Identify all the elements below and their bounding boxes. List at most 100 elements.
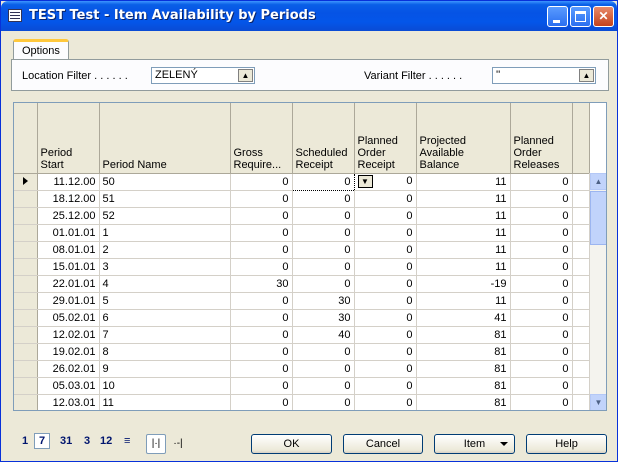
table-cell[interactable]: 11 bbox=[416, 207, 511, 225]
lookup-arrow-icon[interactable]: ▲ bbox=[238, 69, 253, 82]
table-cell[interactable]: 0 bbox=[230, 241, 293, 259]
table-cell[interactable]: ▼ 0 bbox=[354, 173, 417, 191]
table-cell[interactable]: 51 bbox=[99, 190, 231, 208]
table-cell[interactable]: 0 bbox=[354, 292, 417, 310]
table-cell[interactable]: 0 bbox=[510, 326, 573, 344]
column-header[interactable]: Gross Require... bbox=[230, 103, 293, 174]
table-row[interactable]: 11.12.00 50 0 0 ▼ 0 11 0 bbox=[14, 172, 590, 191]
table-cell[interactable]: 0 bbox=[291, 172, 355, 191]
table-row[interactable]: 12.02.01 7 0 40 0 81 0 bbox=[14, 326, 590, 344]
column-header[interactable]: Period Name bbox=[99, 103, 231, 174]
table-cell[interactable]: 12.03.01 bbox=[37, 394, 100, 410]
table-cell[interactable]: 81 bbox=[416, 360, 511, 378]
table-cell[interactable]: 0 bbox=[292, 224, 355, 242]
row-selector[interactable] bbox=[14, 309, 38, 327]
table-cell[interactable]: 0 bbox=[230, 394, 293, 410]
table-cell[interactable]: 0 bbox=[354, 224, 417, 242]
row-selector[interactable] bbox=[14, 292, 38, 310]
row-selector[interactable] bbox=[14, 241, 38, 259]
help-button[interactable]: Help bbox=[526, 434, 607, 454]
period-accounting-button[interactable]: ≡ bbox=[124, 435, 130, 447]
table-cell[interactable]: 8 bbox=[99, 343, 231, 361]
table-cell[interactable]: 25.12.00 bbox=[37, 207, 100, 225]
row-selector[interactable] bbox=[14, 326, 38, 344]
table-cell[interactable]: 81 bbox=[416, 343, 511, 361]
table-cell[interactable]: 0 bbox=[510, 292, 573, 310]
table-cell[interactable]: 0 bbox=[510, 377, 573, 395]
table-cell[interactable]: 81 bbox=[416, 326, 511, 344]
table-cell[interactable]: 11 bbox=[416, 173, 511, 191]
period-day-button[interactable]: 1 bbox=[22, 435, 28, 447]
table-cell[interactable]: 10 bbox=[99, 377, 231, 395]
table-cell[interactable]: 41 bbox=[416, 309, 511, 327]
table-cell[interactable]: 0 bbox=[230, 377, 293, 395]
table-cell[interactable]: 81 bbox=[416, 394, 511, 410]
table-cell[interactable]: 5 bbox=[99, 292, 231, 310]
table-cell[interactable]: 0 bbox=[230, 190, 293, 208]
table-row[interactable]: 05.03.01 10 0 0 0 81 0 bbox=[14, 377, 590, 395]
table-cell[interactable]: 50 bbox=[99, 173, 231, 191]
table-cell[interactable]: 29.01.01 bbox=[37, 292, 100, 310]
table-cell[interactable]: 11.12.00 bbox=[37, 173, 100, 191]
table-cell[interactable]: 11 bbox=[416, 224, 511, 242]
column-header[interactable]: Period Start bbox=[37, 103, 100, 174]
table-row[interactable]: 25.12.00 52 0 0 0 11 0 bbox=[14, 207, 590, 225]
table-cell[interactable]: 0 bbox=[510, 360, 573, 378]
table-cell[interactable]: 0 bbox=[354, 190, 417, 208]
table-cell[interactable]: 01.01.01 bbox=[37, 224, 100, 242]
table-cell[interactable]: 0 bbox=[354, 258, 417, 276]
table-cell[interactable]: 0 bbox=[292, 241, 355, 259]
column-header[interactable]: Projected Available Balance bbox=[416, 103, 511, 174]
table-row[interactable]: 05.02.01 6 0 30 0 41 0 bbox=[14, 309, 590, 327]
table-cell[interactable]: 0 bbox=[354, 309, 417, 327]
table-cell[interactable]: 26.02.01 bbox=[37, 360, 100, 378]
table-cell[interactable]: 0 bbox=[292, 207, 355, 225]
table-cell[interactable]: 0 bbox=[510, 275, 573, 293]
table-cell[interactable]: 0 bbox=[510, 258, 573, 276]
table-row[interactable]: 12.03.01 11 0 0 0 81 0 bbox=[14, 394, 590, 410]
table-cell[interactable]: 0 bbox=[510, 173, 573, 191]
table-cell[interactable]: 0 bbox=[510, 224, 573, 242]
scroll-thumb[interactable] bbox=[590, 191, 606, 245]
drilldown-arrow-icon[interactable]: ▼ bbox=[357, 175, 373, 188]
table-cell[interactable]: 0 bbox=[292, 258, 355, 276]
table-cell[interactable]: 05.03.01 bbox=[37, 377, 100, 395]
lookup-arrow-icon[interactable]: ▲ bbox=[579, 69, 594, 82]
row-selector[interactable] bbox=[14, 207, 38, 225]
column-header[interactable]: Planned Order Receipt bbox=[354, 103, 417, 174]
scroll-up-icon[interactable]: ▲ bbox=[590, 173, 606, 190]
table-cell[interactable]: 1 bbox=[99, 224, 231, 242]
table-cell[interactable]: 4 bbox=[99, 275, 231, 293]
table-cell[interactable]: 0 bbox=[230, 360, 293, 378]
table-cell[interactable]: 0 bbox=[510, 241, 573, 259]
column-header[interactable]: Planned Order Releases bbox=[510, 103, 573, 174]
table-cell[interactable]: 0 bbox=[354, 275, 417, 293]
table-cell[interactable]: 12.02.01 bbox=[37, 326, 100, 344]
table-row[interactable]: 26.02.01 9 0 0 0 81 0 bbox=[14, 360, 590, 378]
row-selector[interactable] bbox=[14, 258, 38, 276]
table-cell[interactable]: 6 bbox=[99, 309, 231, 327]
scroll-down-icon[interactable]: ▼ bbox=[590, 394, 606, 410]
table-cell[interactable]: 0 bbox=[510, 394, 573, 410]
maximize-button[interactable] bbox=[570, 6, 591, 27]
cancel-button[interactable]: Cancel bbox=[343, 434, 423, 454]
table-cell[interactable]: 0 bbox=[354, 394, 417, 410]
table-cell[interactable]: 30 bbox=[292, 309, 355, 327]
table-cell[interactable]: 11 bbox=[416, 241, 511, 259]
table-cell[interactable]: 22.01.01 bbox=[37, 275, 100, 293]
table-row[interactable]: 29.01.01 5 0 30 0 11 0 bbox=[14, 292, 590, 310]
row-selector[interactable] bbox=[14, 275, 38, 293]
title-bar[interactable]: TEST Test - Item Availability by Periods… bbox=[1, 1, 617, 31]
close-button[interactable]: ✕ bbox=[593, 6, 614, 27]
table-cell[interactable]: 0 bbox=[292, 394, 355, 410]
table-cell[interactable]: 52 bbox=[99, 207, 231, 225]
table-cell[interactable]: 11 bbox=[416, 292, 511, 310]
table-cell[interactable]: 2 bbox=[99, 241, 231, 259]
balance-at-date-icon[interactable]: ·-| bbox=[168, 434, 188, 454]
table-cell[interactable]: 0 bbox=[510, 207, 573, 225]
table-cell[interactable]: 0 bbox=[354, 360, 417, 378]
table-cell[interactable]: 3 bbox=[99, 258, 231, 276]
tab-options[interactable]: Options bbox=[13, 39, 69, 60]
table-row[interactable]: 22.01.01 4 30 0 0 -19 0 bbox=[14, 275, 590, 293]
table-cell[interactable]: 0 bbox=[230, 343, 293, 361]
